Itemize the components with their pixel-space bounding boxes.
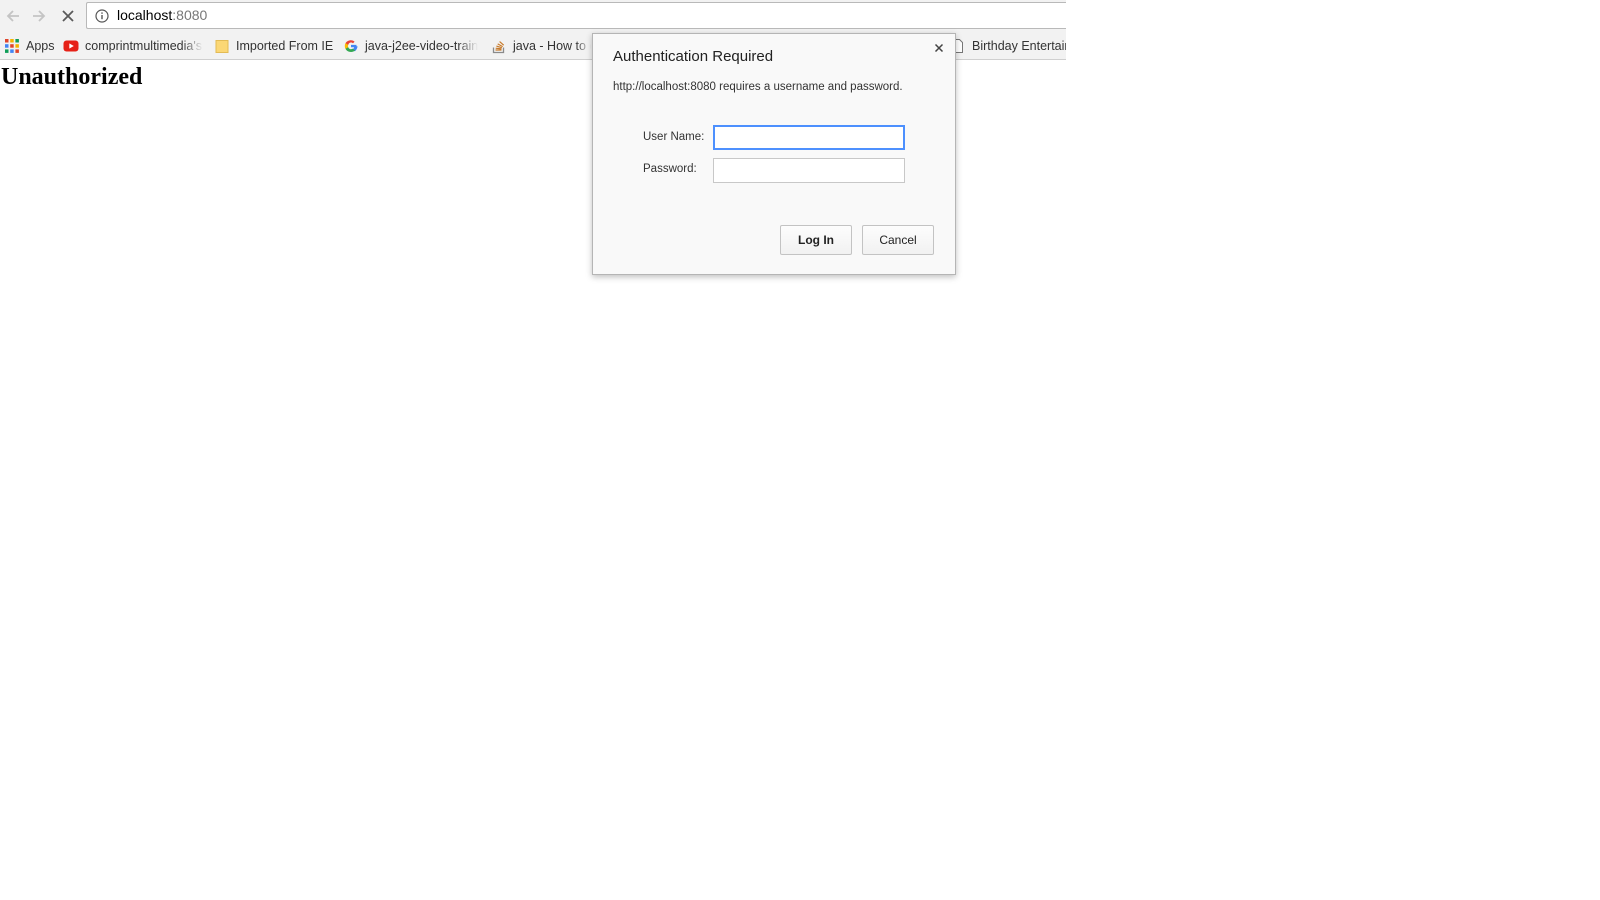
bookmark-stackoverflow[interactable]: java - How to d (491, 36, 591, 56)
forward-arrow-icon (33, 10, 46, 22)
page-heading: Unauthorized (1, 64, 143, 90)
apps-grid-icon (4, 38, 20, 54)
back-button[interactable] (1, 4, 25, 28)
bookmark-label: Imported From IE (236, 39, 334, 53)
log-in-button[interactable]: Log In (780, 225, 852, 255)
url-host: localhost (117, 7, 173, 23)
bookmark-folder-imported-from-ie[interactable]: Imported From IE (214, 36, 333, 56)
cancel-button[interactable]: Cancel (862, 225, 934, 255)
bookmark-label: Apps (26, 39, 55, 53)
bookmark-birthday-entertain[interactable]: Birthday Entertain (950, 36, 1066, 56)
stop-loading-button[interactable] (56, 4, 80, 28)
address-bar[interactable]: localhost:8080 (86, 2, 1066, 29)
bookmark-google[interactable]: java-j2ee-video-traini (343, 36, 478, 56)
bookmark-apps[interactable]: Apps (4, 36, 55, 56)
authentication-dialog: Authentication Required http://localhost… (592, 33, 956, 275)
username-label: User Name: (643, 131, 705, 143)
info-icon[interactable] (95, 9, 109, 23)
bookmark-label: java-j2ee-video-traini (365, 39, 478, 53)
address-bar-url: localhost:8080 (117, 7, 207, 23)
stop-x-icon (62, 10, 74, 22)
username-input[interactable] (713, 125, 905, 150)
close-icon (934, 43, 944, 53)
bookmark-label: comprintmultimedia's (85, 39, 203, 53)
bookmark-label: Birthday Entertain (972, 39, 1066, 53)
google-icon (343, 38, 359, 54)
url-port: :8080 (172, 7, 208, 23)
bookmark-label: java - How to d (513, 39, 591, 53)
bookmark-youtube[interactable]: comprintmultimedia's (63, 36, 203, 56)
dialog-message: http://localhost:8080 requires a usernam… (613, 81, 903, 93)
password-input[interactable] (713, 158, 905, 183)
youtube-icon (63, 38, 79, 54)
back-arrow-icon (6, 10, 19, 22)
forward-button[interactable] (27, 4, 51, 28)
stackoverflow-icon (491, 38, 507, 54)
folder-icon (214, 38, 230, 54)
dialog-title: Authentication Required (613, 48, 774, 65)
password-label: Password: (643, 163, 697, 175)
browser-toolbar: localhost:8080 (0, 0, 1066, 32)
close-button[interactable] (931, 40, 947, 56)
